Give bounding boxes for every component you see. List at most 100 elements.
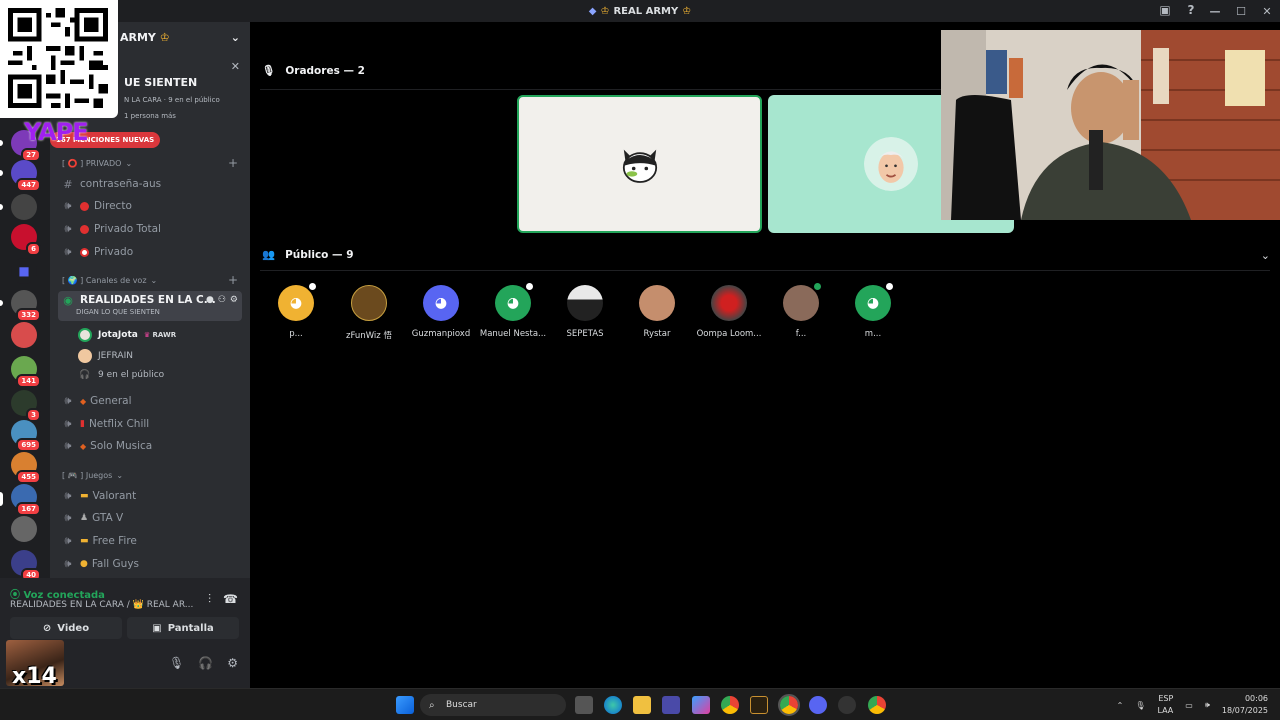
- disconnect-icon[interactable]: ☎: [223, 592, 238, 607]
- voice-status[interactable]: ⦿ Voz conectada: [10, 586, 105, 601]
- server-icon[interactable]: 40: [11, 550, 41, 582]
- app-icon[interactable]: [838, 696, 856, 714]
- channel-stage-active[interactable]: ◉ REALIDADES EN LA C... DIGAN LO QUE SIE…: [58, 291, 242, 321]
- discord-logo-icon: ◕: [434, 295, 448, 311]
- stage-audience-count[interactable]: 🎧 9 en el público: [78, 370, 164, 380]
- server-icon[interactable]: [11, 194, 37, 220]
- popcorn-icon: ▮: [80, 419, 85, 429]
- close-window-button[interactable]: ✕: [1254, 5, 1280, 18]
- channel-freefire[interactable]: 🕪 ▬ Free Fire: [58, 531, 242, 551]
- taskbar-search[interactable]: ⌕ Buscar: [420, 694, 566, 716]
- language-indicator[interactable]: ESP LAA: [1157, 693, 1173, 717]
- help-icon[interactable]: ?: [1184, 3, 1198, 17]
- close-icon[interactable]: ✕: [231, 60, 240, 73]
- video-button[interactable]: ⊘ Video: [10, 617, 122, 639]
- stage-speaker[interactable]: JotaJota ♛ RAWR: [78, 328, 177, 342]
- server-icon[interactable]: 6: [11, 224, 41, 256]
- channel-gta[interactable]: 🕪 ♟ GTA V: [58, 508, 242, 528]
- category-voice[interactable]: [ 🌍 ] Canales de voz ⌄: [62, 276, 157, 285]
- invite-icon[interactable]: ⚇: [218, 295, 226, 305]
- screen-share-button[interactable]: ▣ Pantalla: [127, 617, 239, 639]
- audience-member[interactable]: ◕ Manuel Nesta...: [477, 281, 549, 339]
- discord-logo-icon: ◕: [866, 295, 880, 311]
- channel-valorant[interactable]: 🕪 ▬ Valorant: [58, 486, 242, 506]
- headphones-icon[interactable]: 🎧: [198, 656, 213, 670]
- unread-pill: [0, 300, 3, 306]
- volume-icon[interactable]: 🕪: [1205, 700, 1210, 710]
- microphone-icon[interactable]: 🎙: [1135, 701, 1145, 710]
- minimize-button[interactable]: —: [1202, 5, 1228, 18]
- chat-icon[interactable]: ●: [206, 295, 214, 305]
- server-icon[interactable]: [11, 516, 37, 542]
- audience-member[interactable]: Oompa Loom...: [693, 285, 765, 339]
- speaker-tile[interactable]: [517, 95, 762, 233]
- server-icon[interactable]: 447: [11, 160, 41, 192]
- channel-privado[interactable]: 🕪 Privado: [58, 242, 242, 262]
- game-launcher-icon[interactable]: [750, 696, 768, 714]
- yape-brand-overlay: YAPE: [24, 118, 89, 146]
- audience-member[interactable]: Rystar: [621, 285, 693, 339]
- chevron-down-icon[interactable]: ⌄: [1261, 249, 1270, 262]
- clock[interactable]: 00:06 18/07/2025: [1222, 693, 1268, 717]
- category-games[interactable]: [ 🎮 ] Juegos ⌄: [62, 471, 123, 480]
- network-icon[interactable]: ▭: [1185, 701, 1193, 710]
- crown-icon: ♔: [682, 5, 692, 17]
- server-icon[interactable]: 455: [11, 452, 41, 484]
- avatar: [639, 285, 675, 321]
- user-settings-icon[interactable]: ⚙: [227, 656, 238, 670]
- settings-icon[interactable]: ⚙: [230, 295, 238, 305]
- task-view-icon[interactable]: [575, 696, 593, 714]
- channel-general[interactable]: 🕪 ◆ General: [58, 391, 242, 411]
- folder-icon[interactable]: ■: [11, 258, 37, 284]
- audience-member[interactable]: ◕ Guzmanpioxd: [405, 285, 477, 339]
- server-icon[interactable]: 332: [11, 290, 41, 322]
- chrome-icon[interactable]: [868, 696, 886, 714]
- channel-privado-total[interactable]: 🕪 Privado Total: [58, 219, 242, 239]
- camera-off-icon: ⊘: [42, 622, 52, 634]
- add-channel-icon[interactable]: +: [228, 273, 238, 287]
- chrome-icon[interactable]: [721, 696, 739, 714]
- avatar: ◕: [495, 281, 535, 321]
- category-private[interactable]: [ ⭕ ] PRIVADO ⌄: [62, 159, 132, 168]
- add-channel-icon[interactable]: +: [228, 156, 238, 170]
- app-icon[interactable]: [662, 696, 680, 714]
- audience-member[interactable]: zFunWiz 悟: [333, 285, 405, 341]
- moderator-icon: [524, 281, 535, 292]
- discord-icon[interactable]: [809, 696, 827, 714]
- server-icon[interactable]: 695: [11, 420, 41, 452]
- channel-netflix[interactable]: 🕪 ▮ Netflix Chill: [58, 414, 242, 434]
- stage-icon: ◉: [63, 294, 73, 307]
- webcam-image: [941, 30, 1280, 220]
- chevron-down-icon: ⌄: [150, 276, 158, 285]
- channel-directo[interactable]: 🕪 Directo: [58, 196, 242, 216]
- maximize-button[interactable]: ☐: [1228, 5, 1254, 18]
- audience-member[interactable]: f...: [765, 281, 837, 339]
- copilot-icon[interactable]: [692, 696, 710, 714]
- inbox-icon[interactable]: ▣: [1158, 3, 1172, 17]
- channel-fallguys[interactable]: 🕪 ● Fall Guys: [58, 554, 242, 574]
- file-explorer-icon[interactable]: [633, 696, 651, 714]
- server-icon[interactable]: 3: [11, 390, 41, 422]
- voice-connection-panel: ⦿ Voz conectada REALIDADES EN LA CARA / …: [0, 578, 250, 689]
- channel-music[interactable]: 🕪 ◆ Solo Musica: [58, 436, 242, 456]
- speaker-icon: 🕪: [64, 534, 72, 547]
- server-icon[interactable]: 167: [11, 484, 41, 516]
- audience-member[interactable]: ◕ m...: [837, 281, 909, 339]
- discord-logo-icon: ◕: [289, 295, 303, 311]
- audience-member[interactable]: SEPETAS: [549, 285, 621, 339]
- server-icon[interactable]: 141: [11, 356, 41, 388]
- windows-start-icon[interactable]: [396, 696, 414, 714]
- microphone-icon[interactable]: 🎙: [169, 656, 184, 670]
- chevron-up-icon[interactable]: ⌃: [1117, 701, 1124, 710]
- audience-member[interactable]: ◕ p...: [260, 281, 332, 339]
- noise-suppression-icon[interactable]: ⫶: [208, 592, 211, 607]
- chrome-icon[interactable]: [778, 694, 800, 716]
- stage-speaker[interactable]: JEFRAIN: [78, 349, 133, 363]
- server-icon[interactable]: [11, 322, 37, 348]
- overlay-multiplier-text: x14: [12, 664, 57, 689]
- diamond-icon: ◆: [80, 396, 87, 406]
- chevron-down-icon: ⌄: [125, 159, 133, 168]
- screen-icon: ▣: [152, 622, 162, 634]
- edge-icon[interactable]: [604, 696, 622, 714]
- channel-contrasena[interactable]: # contraseña-aus: [58, 174, 242, 194]
